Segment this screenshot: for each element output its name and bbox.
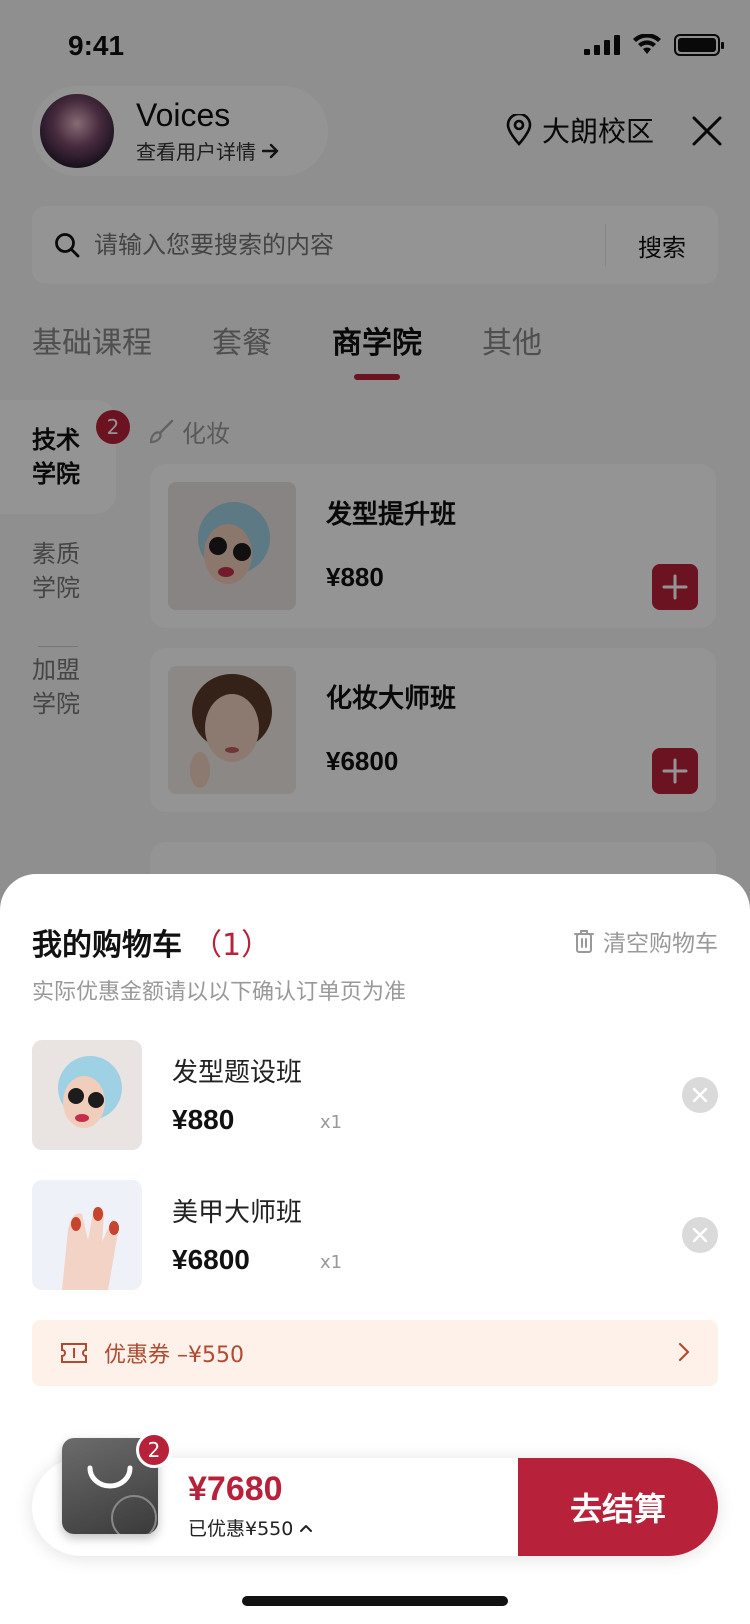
- total-price: ¥7680: [188, 1470, 283, 1508]
- app-root: 9:41 Voices 查看用户详情 大朗校区 请输入您要搜索的内容 搜索 基础…: [0, 0, 750, 1624]
- cart-item: 美甲大师班 ¥6800 x1: [32, 1180, 718, 1290]
- remove-item-button[interactable]: [682, 1077, 718, 1113]
- cart-item-price: ¥880: [172, 1104, 235, 1135]
- cart-count: （1）: [192, 928, 272, 963]
- cart-title: 我的购物车 （1）: [32, 920, 271, 964]
- cart-item-quantity: x1: [320, 1112, 343, 1133]
- cart-item-thumbnail: [32, 1040, 142, 1150]
- cart-item-name: 发型题设班: [172, 1058, 303, 1088]
- checkout-bar: 2 ¥7680 已优惠¥550 去结算: [32, 1432, 718, 1556]
- cart-item-quantity: x1: [320, 1252, 343, 1273]
- cart-item-name: 美甲大师班: [172, 1198, 303, 1228]
- cart-count-badge: 2: [136, 1432, 172, 1468]
- close-icon: [692, 1087, 708, 1103]
- cart-item: 发型题设班 ¥880 x1: [32, 1040, 718, 1150]
- remove-item-button[interactable]: [682, 1217, 718, 1253]
- discount-summary[interactable]: 已优惠¥550: [188, 1514, 313, 1541]
- close-icon: [692, 1227, 708, 1243]
- chevron-right-icon: [678, 1342, 690, 1362]
- cart-item-price: ¥6800: [172, 1244, 250, 1275]
- discount-note: 实际优惠金额请以以下确认订单页为准: [32, 980, 407, 1005]
- chevron-up-icon: [300, 1524, 313, 1532]
- trash-icon: [574, 930, 594, 953]
- cart-item-thumbnail: [32, 1180, 142, 1290]
- clear-cart-button[interactable]: 清空购物车: [573, 924, 718, 958]
- home-indicator: [242, 1596, 508, 1606]
- cart-title-text: 我的购物车: [32, 928, 182, 963]
- coupon-label: 优惠券 –¥550: [104, 1343, 244, 1368]
- ticket-icon: [61, 1343, 87, 1363]
- coupon-row[interactable]: 优惠券 –¥550: [32, 1320, 718, 1386]
- checkout-button[interactable]: 去结算: [518, 1458, 718, 1556]
- discount-summary-label: 已优惠¥550: [188, 1518, 294, 1540]
- clear-cart-label: 清空购物车: [603, 931, 718, 957]
